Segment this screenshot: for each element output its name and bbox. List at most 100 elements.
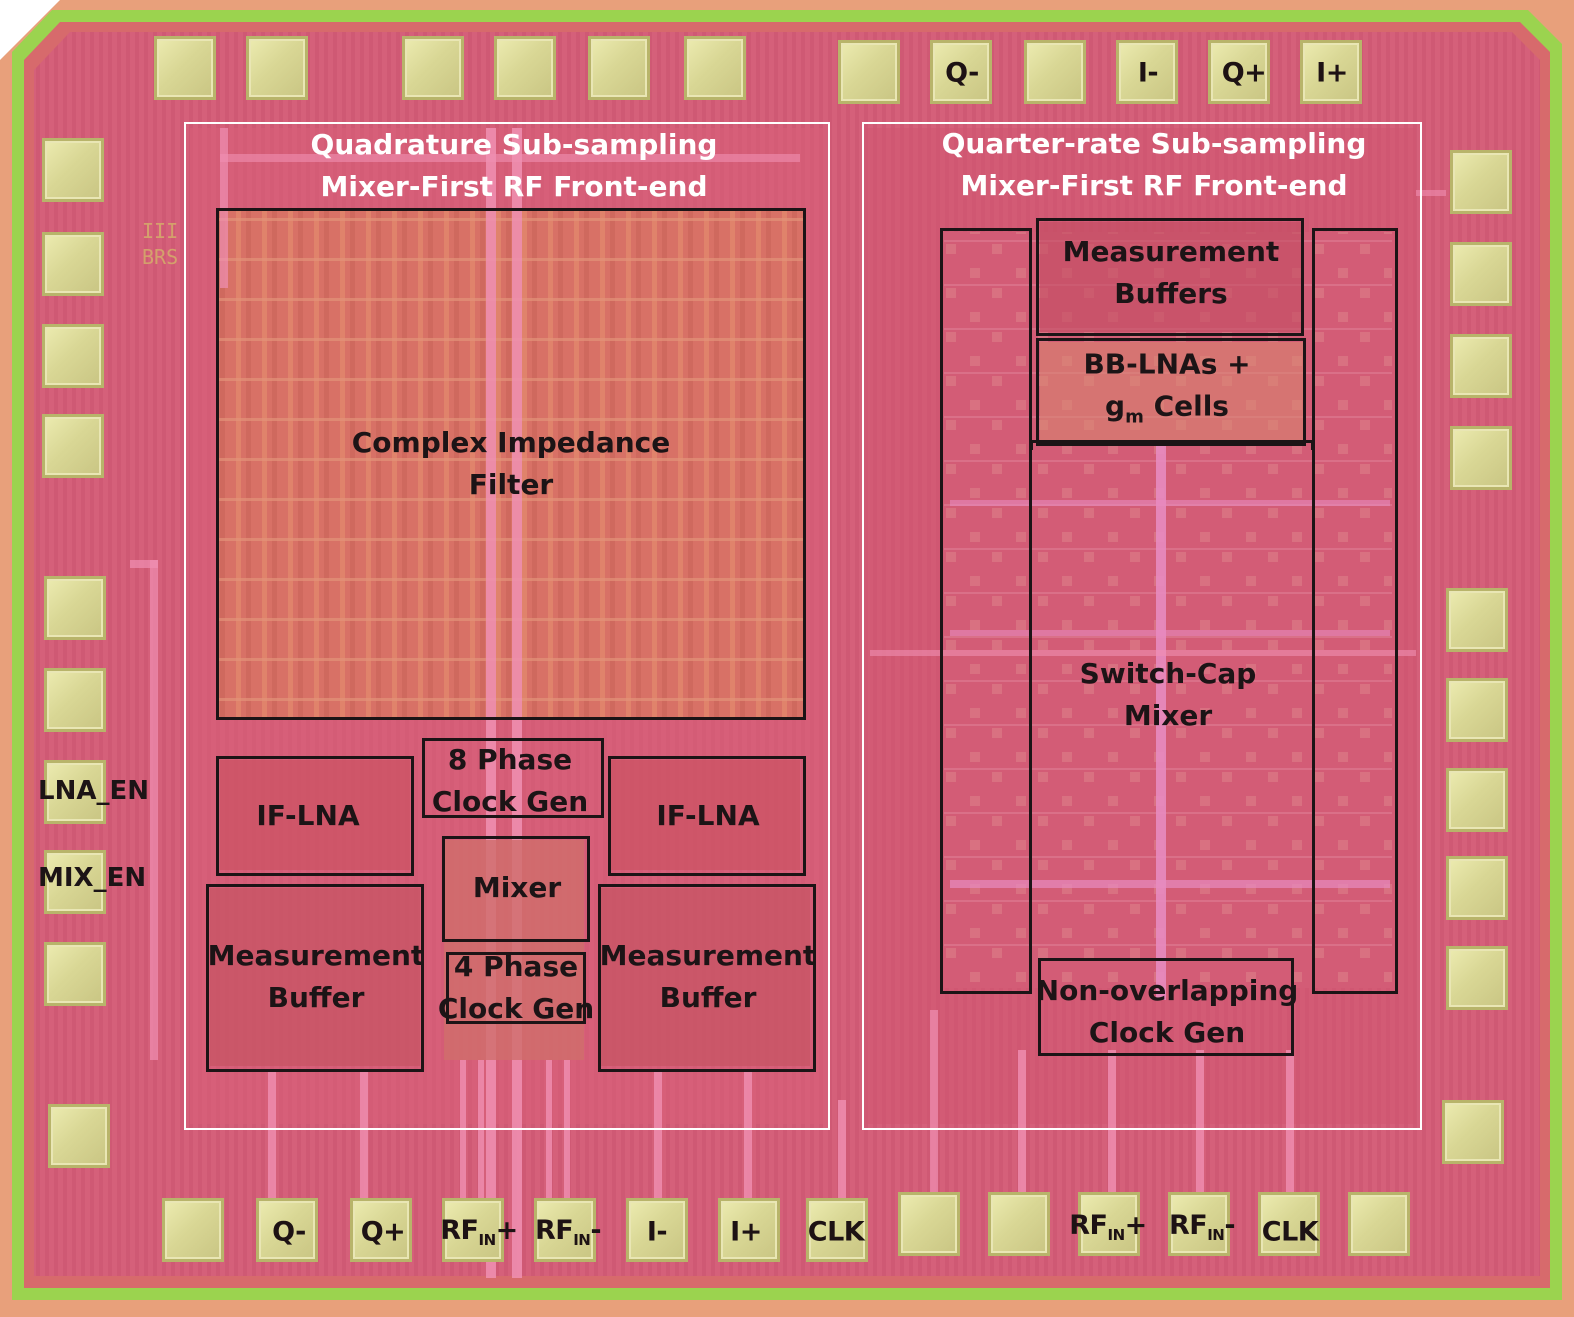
bblna-label-line1: BB-LNAs + <box>1083 347 1251 381</box>
bond-pad <box>402 36 464 100</box>
bond-pad <box>588 36 650 100</box>
bond-pad <box>246 36 308 100</box>
top-pad-label-q-minus: Q- <box>945 57 979 89</box>
bottom-pad-label-clk-1: CLK <box>807 1216 865 1248</box>
bond-pad <box>1442 1100 1504 1164</box>
in-subscript: IN <box>1207 1226 1225 1245</box>
bond-pad <box>494 36 556 100</box>
bond-pad <box>42 232 104 296</box>
rf-text: RF <box>534 1214 574 1246</box>
meas-buffers-label-line1: Measurement <box>1062 235 1280 268</box>
meas-buffers-label-line2: Buffers <box>1114 277 1228 310</box>
bottom-pad-label-rfin-plus-1: RFIN+ <box>440 1215 518 1249</box>
mixer-label: Mixer <box>472 871 562 904</box>
bond-pad <box>44 576 106 640</box>
measurement-buffers-label: Measurement Buffers <box>1063 231 1280 315</box>
top-pad-label-q-plus: Q+ <box>1221 57 1267 89</box>
top-pad-label-i-minus: I- <box>1137 57 1159 89</box>
bottom-pad-label-clk-2: CLK <box>1261 1216 1319 1248</box>
left-region-title: Quadrature Sub-sampling Mixer-First RF F… <box>311 124 718 208</box>
phase4-label-line2: Clock Gen <box>437 992 595 1025</box>
bond-pad <box>1446 678 1508 742</box>
bottom-pad-label-i-minus: I- <box>646 1216 668 1248</box>
bond-pad <box>1446 856 1508 920</box>
mbuf-right-label-line1: Measurement <box>599 939 817 972</box>
four-phase-clock-gen-label: 4 Phase Clock Gen <box>438 946 594 1030</box>
svg-text:III: III <box>142 219 178 243</box>
if-lna-right-label: IF-LNA <box>656 799 760 832</box>
bond-pad <box>1450 426 1512 490</box>
left-region-title-line2: Mixer-First RF Front-end <box>320 170 708 203</box>
in-subscript: IN <box>1107 1226 1125 1245</box>
svg-text:BRS: BRS <box>142 245 178 269</box>
bottom-pad-label-rfin-plus-2: RFIN+ <box>1069 1210 1147 1244</box>
nonoverlap-label-line1: Non-overlapping <box>1035 974 1299 1007</box>
right-region-title: Quarter-rate Sub-sampling Mixer-First RF… <box>942 123 1367 207</box>
eight-phase-clock-gen-label: 8 Phase Clock Gen <box>432 739 588 823</box>
cells-text: Cells <box>1143 389 1229 423</box>
bond-pad <box>898 1192 960 1256</box>
switch-cap-left-column <box>940 228 1032 994</box>
filter-label-line2: Filter <box>468 468 554 501</box>
mix-en-label: MIX_EN <box>38 863 147 893</box>
bond-pad <box>42 414 104 478</box>
bottom-pad-label-q-plus: Q+ <box>360 1216 406 1248</box>
sign-text: + <box>1124 1209 1148 1241</box>
complex-impedance-filter-label: Complex Impedance Filter <box>352 422 671 506</box>
bond-pad <box>1450 242 1512 306</box>
switchcap-label-line1: Switch-Cap <box>1079 657 1257 690</box>
bblna-label-line2: gm Cells <box>1083 386 1250 439</box>
bond-pad <box>154 36 216 100</box>
bottom-pad-label-rfin-minus-2: RFIN- <box>1168 1209 1236 1245</box>
in-subscript: IN <box>478 1231 496 1250</box>
right-region-title-line1: Quarter-rate Sub-sampling <box>941 127 1367 160</box>
sign-text: - <box>590 1214 602 1246</box>
bond-pad <box>988 1192 1050 1256</box>
bond-pad <box>838 40 900 104</box>
measurement-buffer-right-label: Measurement Buffer <box>600 935 817 1019</box>
phase8-label-line1: 8 Phase <box>447 743 573 776</box>
mbuf-left-label-line1: Measurement <box>207 939 425 972</box>
bond-pad <box>1450 150 1512 214</box>
bond-pad <box>1024 40 1086 104</box>
filter-label-line1: Complex Impedance <box>351 426 671 459</box>
rf-text: RF <box>1168 1209 1208 1241</box>
bb-lna-gm-cells-label: BB-LNAs + gm Cells <box>1083 344 1250 439</box>
top-pad-label-i-plus: I+ <box>1316 57 1348 89</box>
lna-en-label: LNA_EN <box>38 776 149 806</box>
bond-pad <box>48 1104 110 1168</box>
rf-text: RF <box>440 1214 479 1246</box>
bottom-pad-label-i-plus: I+ <box>730 1216 762 1248</box>
right-region-title-line2: Mixer-First RF Front-end <box>960 169 1348 202</box>
bottom-pad-label-q-minus: Q- <box>272 1216 306 1248</box>
nonoverlap-label-line2: Clock Gen <box>1088 1016 1246 1049</box>
bottom-pad-label-rfin-minus-1: RFIN- <box>534 1214 602 1250</box>
left-region-title-line1: Quadrature Sub-sampling <box>310 128 718 161</box>
gm-subscript: m <box>1125 406 1144 428</box>
sign-text: + <box>495 1214 519 1246</box>
bond-pad <box>42 324 104 388</box>
bond-pad <box>42 138 104 202</box>
bond-pad <box>44 668 106 732</box>
non-overlapping-clock-gen-label: Non-overlapping Clock Gen <box>1036 970 1299 1054</box>
mbuf-right-label-line2: Buffer <box>659 981 757 1014</box>
bond-pad <box>1446 946 1508 1010</box>
bond-pad <box>684 36 746 100</box>
bond-pad <box>1348 1192 1410 1256</box>
measurement-buffer-left-label: Measurement Buffer <box>208 935 425 1019</box>
phase4-label-line1: 4 Phase <box>453 950 579 983</box>
switch-cap-right-column <box>1312 228 1398 994</box>
switchcap-label-line2: Mixer <box>1123 699 1213 732</box>
bond-pad <box>162 1198 224 1262</box>
in-subscript: IN <box>573 1231 591 1250</box>
phase8-label-line2: Clock Gen <box>431 785 589 818</box>
gm-symbol: g <box>1105 389 1126 423</box>
bond-pad <box>44 942 106 1006</box>
bond-pad <box>1446 588 1508 652</box>
bond-pad <box>1446 768 1508 832</box>
rf-text: RF <box>1069 1209 1108 1241</box>
bond-pad <box>1450 334 1512 398</box>
if-lna-left-label: IF-LNA <box>256 799 360 832</box>
sign-text: - <box>1224 1209 1236 1241</box>
mbuf-left-label-line2: Buffer <box>267 981 365 1014</box>
